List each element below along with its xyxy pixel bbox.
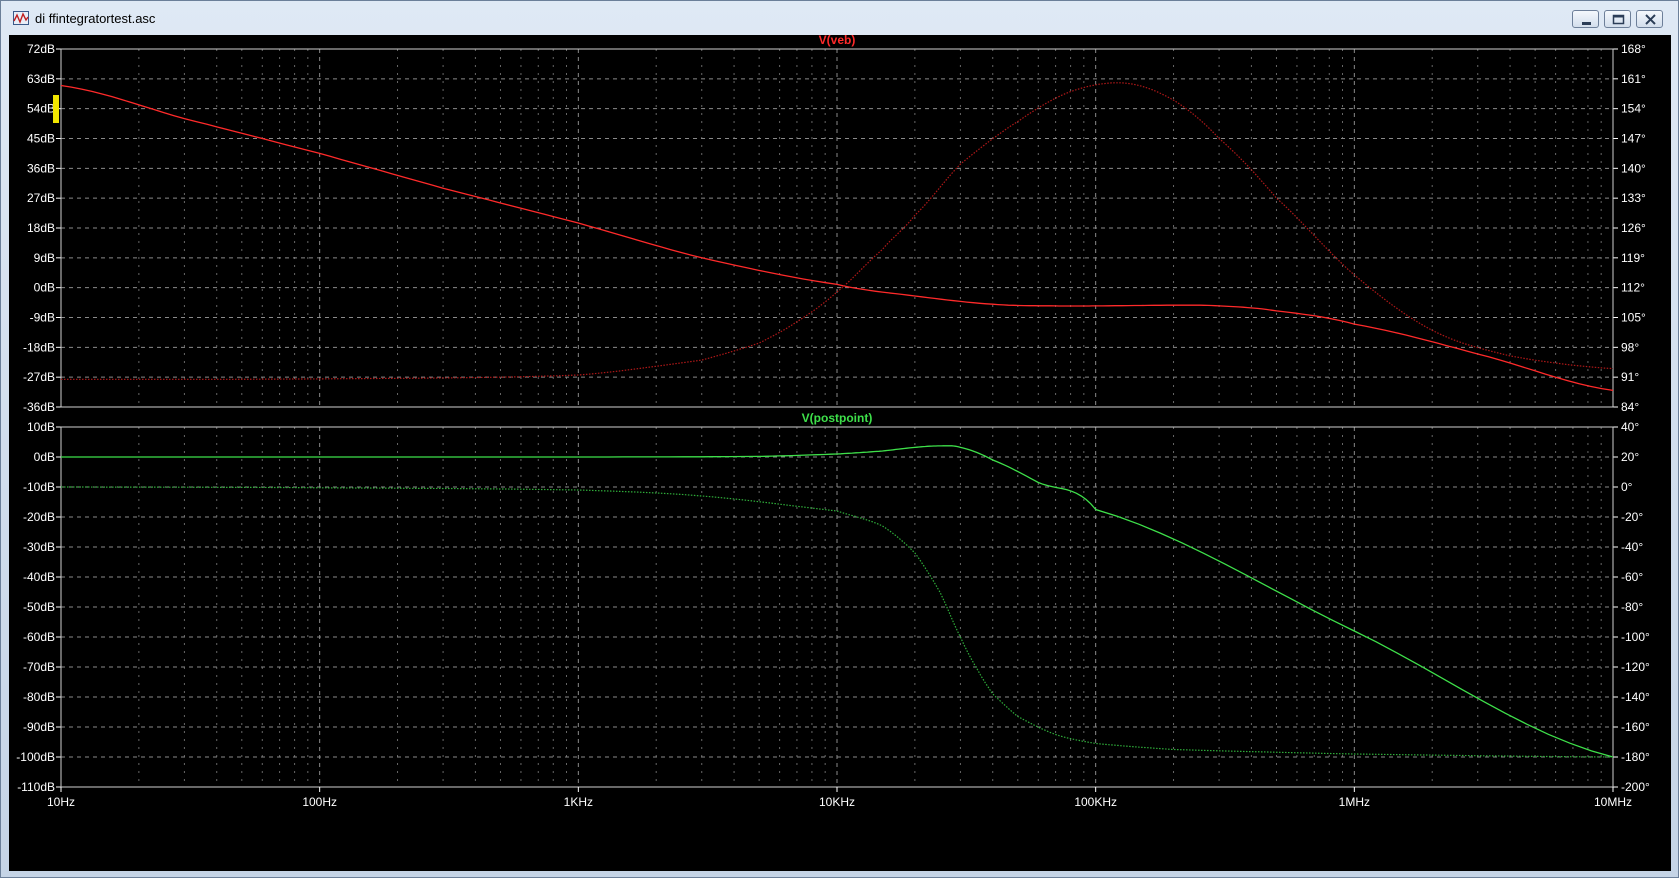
bode-plot-svg[interactable]: 72dB 168° 63dB 161° 54dB 154° 45dB 147° 36dB 140°… [9,35,1671,871]
y-tick-label-right: 91° [1621,370,1639,384]
y-tick-label-left: 0dB [34,281,55,295]
y-tick-label-left: -36dB [23,400,55,414]
y-tick-label-left: -70dB [23,660,55,674]
y-tick-label-left: -60dB [23,630,55,644]
y-tick-label-left: 0dB [34,450,55,464]
title-bar[interactable]: di ffintegratortest.asc [1,1,1678,37]
y-tick-label-left: -27dB [23,370,55,384]
close-icon [1645,14,1656,25]
x-tick-label: 100KHz [1074,795,1117,809]
chart-title: V(veb) [819,35,856,47]
y-tick-label-right: -100° [1621,630,1650,644]
y-tick-label-left: 10dB [27,420,55,434]
y-tick-label-left: -10dB [23,480,55,494]
maximize-icon [1612,14,1625,25]
app-window: di ffintegratortest.asc 72dB 168° 63dB 161°… [0,0,1679,878]
y-tick-label-right: 40° [1621,420,1639,434]
y-tick-label-right: 147° [1621,132,1646,146]
y-tick-label-right: 84° [1621,400,1639,414]
y-tick-label-right: 119° [1621,251,1645,265]
series-phase-trace [61,82,1614,380]
x-tick-label: 10KHz [819,795,855,809]
plot-area[interactable]: 72dB 168° 63dB 161° 54dB 154° 45dB 147° 36dB 140°… [9,35,1671,871]
y-tick-label-left: 72dB [27,42,55,56]
y-tick-label-right: 168° [1621,42,1646,56]
y-tick-label-right: 140° [1621,161,1646,175]
minimize-icon [1582,22,1591,25]
y-tick-label-right: 154° [1621,102,1646,116]
y-tick-label-left: 45dB [27,132,55,146]
y-tick-label-left: 27dB [27,191,55,205]
chart-pane-1: 10dB 40° 0dB 20° -10dB 0° -20dB -20° -30dB -40° -4… [16,411,1650,794]
y-tick-label-right: 20° [1621,450,1639,464]
y-tick-label-right: 0° [1621,480,1633,494]
chart-title: V(postpoint) [802,411,873,425]
y-tick-label-right: -40° [1621,540,1643,554]
y-tick-label-right: -140° [1621,690,1650,704]
y-tick-label-left: 9dB [34,251,55,265]
y-tick-label-left: 36dB [27,161,55,175]
y-tick-label-left: 54dB [27,102,55,116]
y-tick-label-left: -40dB [23,570,55,584]
y-tick-label-right: 161° [1621,72,1646,86]
waveform-icon [13,11,29,25]
y-tick-label-right: -120° [1621,660,1650,674]
maximize-button[interactable] [1604,10,1631,28]
y-tick-label-left: -50dB [23,600,55,614]
y-tick-label-left: -18dB [23,340,55,354]
close-button[interactable] [1636,10,1663,28]
y-tick-label-left: -90dB [23,720,55,734]
x-tick-label: 10Hz [47,795,75,809]
y-tick-label-left: 18dB [27,221,55,235]
y-tick-label-right: -200° [1621,780,1650,794]
x-tick-label: 1KHz [564,795,593,809]
y-tick-label-right: -60° [1621,570,1643,584]
x-tick-label: 1MHz [1339,795,1370,809]
x-tick-label: 10MHz [1594,795,1632,809]
y-tick-label-right: -160° [1621,720,1650,734]
minimize-button[interactable] [1572,10,1599,28]
y-tick-label-right: -80° [1621,600,1643,614]
y-tick-label-right: -20° [1621,510,1643,524]
x-tick-label: 100Hz [302,795,337,809]
y-tick-label-left: -30dB [23,540,55,554]
cursor-marker [53,95,59,123]
y-tick-label-left: -9dB [30,311,55,325]
y-tick-label-left: -110dB [17,780,55,794]
y-tick-label-left: -80dB [23,690,55,704]
y-tick-label-right: -180° [1621,750,1650,764]
y-tick-label-left: -20dB [23,510,55,524]
y-tick-label-right: 105° [1621,311,1646,325]
y-tick-label-right: 98° [1621,340,1639,354]
y-tick-label-right: 112° [1621,281,1645,295]
window-title: di ffintegratortest.asc [35,11,156,26]
y-tick-label-left: -100dB [16,750,55,764]
chart-pane-0: 72dB 168° 63dB 161° 54dB 154° 45dB 147° 36dB 140°… [23,35,1646,414]
y-tick-label-right: 133° [1621,191,1646,205]
y-tick-label-left: 63dB [27,72,55,86]
y-tick-label-right: 126° [1621,221,1646,235]
